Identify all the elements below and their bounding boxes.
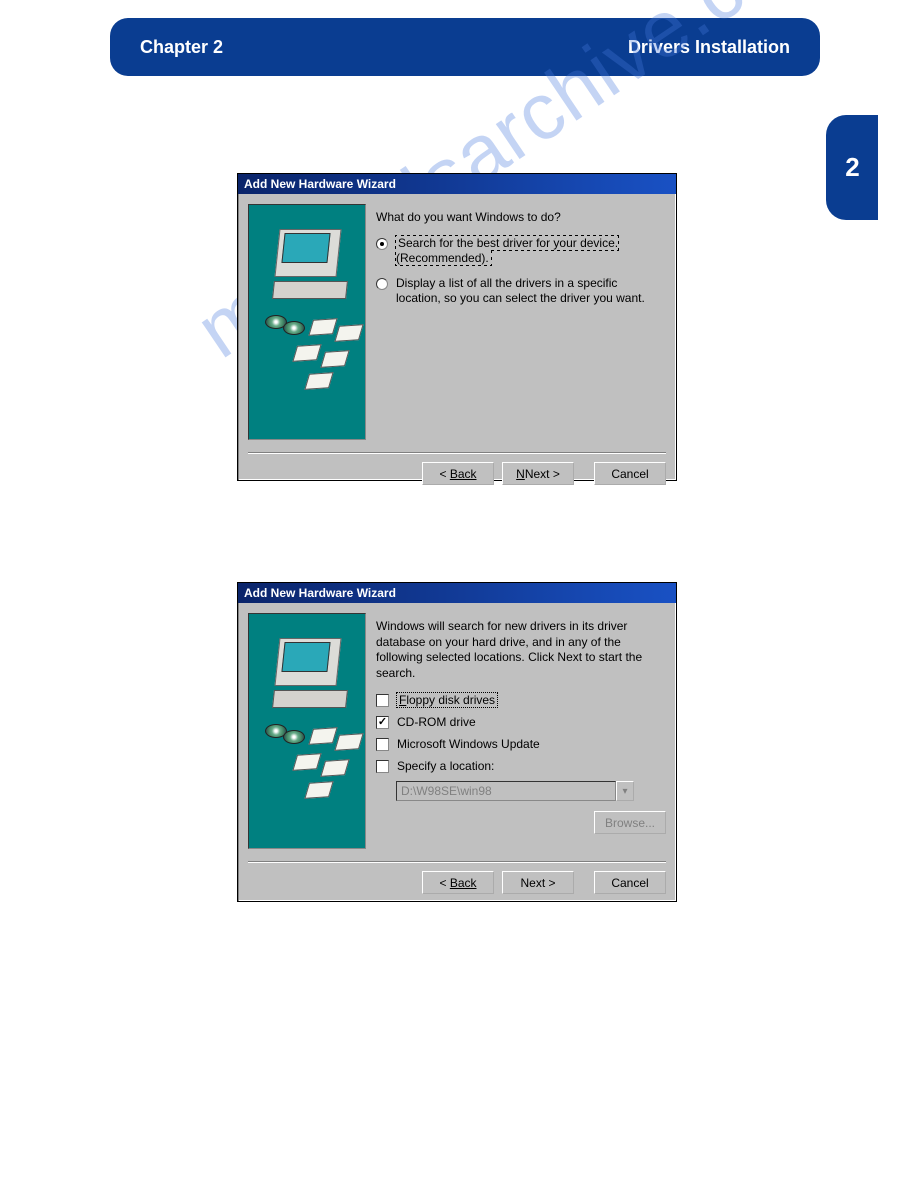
checkbox-windows-update[interactable]: Microsoft Windows Update xyxy=(376,737,666,751)
cancel-button[interactable]: Cancel xyxy=(594,871,666,894)
radio-icon xyxy=(376,278,388,290)
wizard-dialog-1: Add New Hardware Wizard What do you want… xyxy=(237,173,677,481)
checkbox-icon xyxy=(376,694,389,707)
dialog1-prompt: What do you want Windows to do? xyxy=(376,210,666,224)
header-title: Drivers Installation xyxy=(628,37,790,58)
side-tab-number: 2 xyxy=(845,152,858,183)
opt2-line1: Display a list of all the drivers in a s… xyxy=(396,276,617,290)
header-chapter: Chapter 2 xyxy=(140,37,223,58)
page-header: Chapter 2 Drivers Installation xyxy=(110,18,820,76)
checkbox-cdrom[interactable]: CD-ROM drive xyxy=(376,715,666,729)
checkbox-specify-location[interactable]: Specify a location: xyxy=(376,759,666,773)
opt2-line2: location, so you can select the driver y… xyxy=(396,291,645,305)
cdrom-label: CD-ROM drive xyxy=(397,715,476,729)
radio-icon xyxy=(376,238,388,250)
browse-button[interactable]: Browse... xyxy=(594,811,666,834)
cancel-button[interactable]: Cancel xyxy=(594,462,666,485)
dialog2-titlebar: Add New Hardware Wizard xyxy=(238,583,676,603)
wizard-dialog-2: Add New Hardware Wizard Windows will sea… xyxy=(237,582,677,902)
back-button[interactable]: < Back xyxy=(422,462,494,485)
checkbox-floppy[interactable]: FFloppy disk drivesloppy disk drives xyxy=(376,693,666,707)
next-button[interactable]: NNext > xyxy=(502,462,574,485)
wizard-side-graphic xyxy=(248,204,366,440)
next-button[interactable]: Next > xyxy=(502,871,574,894)
radio-option-recommended[interactable]: Search for the best driver for your devi… xyxy=(376,236,666,266)
checkbox-icon xyxy=(376,716,389,729)
specify-label: Specify a location: xyxy=(397,759,494,773)
dropdown-button[interactable]: ▾ xyxy=(616,781,634,801)
opt1-line2: (Recommended). xyxy=(396,251,489,265)
dialog1-titlebar: Add New Hardware Wizard xyxy=(238,174,676,194)
opt1-line1: Search for the best driver for your devi… xyxy=(398,236,618,250)
separator xyxy=(248,861,666,863)
back-button[interactable]: < Back xyxy=(422,871,494,894)
separator xyxy=(248,452,666,454)
location-input[interactable]: D:\W98SE\win98 xyxy=(396,781,616,801)
wizard-side-graphic xyxy=(248,613,366,849)
checkbox-icon xyxy=(376,738,389,751)
checkbox-icon xyxy=(376,760,389,773)
side-tab: 2 xyxy=(826,115,878,220)
radio-option-list[interactable]: Display a list of all the drivers in a s… xyxy=(376,276,666,306)
update-label: Microsoft Windows Update xyxy=(397,737,540,751)
dialog2-prompt: Windows will search for new drivers in i… xyxy=(376,619,666,681)
